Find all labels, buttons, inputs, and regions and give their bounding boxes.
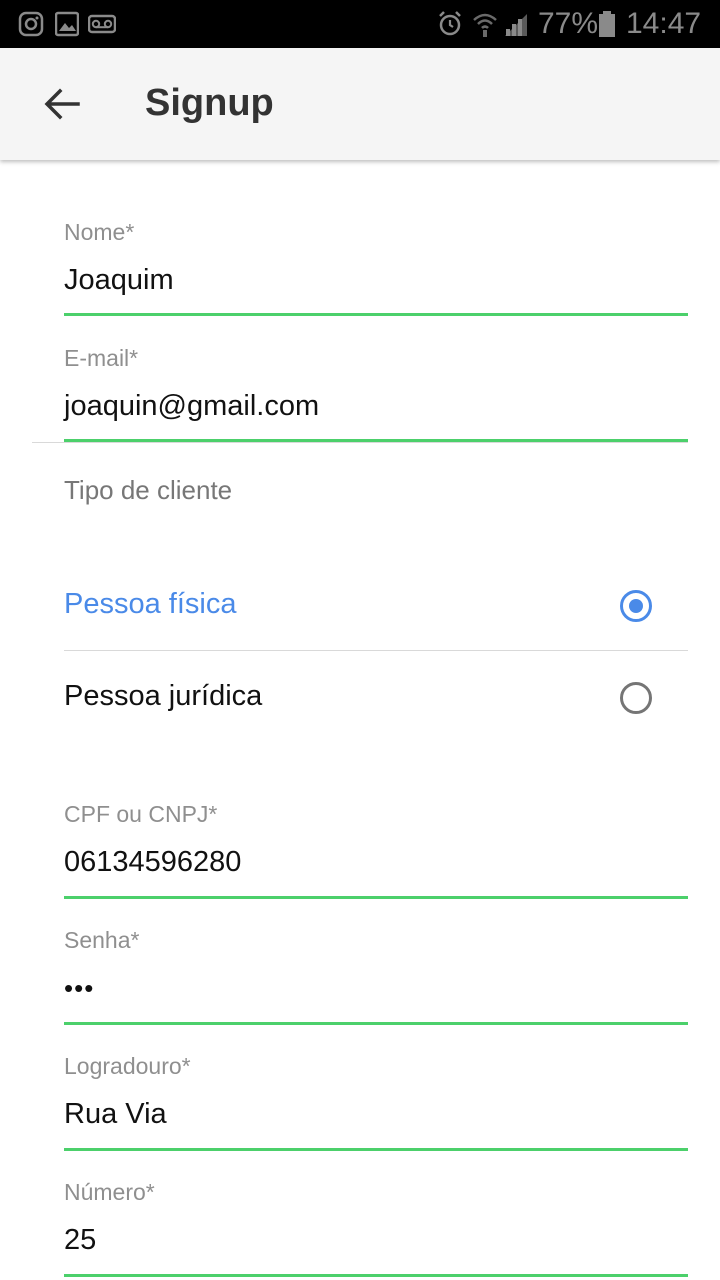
radio-pessoa-juridica-label: Pessoa jurídica [64,680,263,712]
instagram-icon [18,11,44,37]
alarm-icon [439,11,461,36]
cpf-cnpj-underline [64,896,688,899]
nome-field[interactable]: Nome* Joaquim [64,218,688,320]
voicemail-icon [88,14,116,34]
radio-pessoa-fisica-label: Pessoa física [64,588,237,620]
back-button[interactable] [30,72,94,136]
app-bar: Signup [0,48,720,160]
wifi-icon [473,13,497,37]
logradouro-underline [64,1148,688,1151]
radio-divider [64,650,688,651]
numero-input[interactable]: 25 [64,1222,96,1258]
nome-underline [64,313,688,316]
battery-icon [599,11,615,37]
senha-label: Senha* [64,927,140,953]
email-label: E-mail* [64,345,139,371]
numero-field[interactable]: Número* 25 [64,1178,688,1280]
signal-icon [505,14,527,36]
page-title: Signup [145,82,274,124]
logradouro-field[interactable]: Logradouro* Rua Via [64,1052,688,1154]
radio-pessoa-juridica[interactable]: Pessoa jurídica [64,652,688,742]
nome-label: Nome* [64,219,135,245]
radio-checked-icon[interactable] [620,590,652,622]
radio-unchecked-icon[interactable] [620,682,652,714]
nome-input[interactable]: Joaquim [64,262,174,298]
logradouro-label: Logradouro* [64,1053,191,1079]
numero-label: Número* [64,1179,155,1205]
battery-percent: 77% [538,7,599,40]
email-divider [32,442,688,443]
status-time: 14:47 [626,7,702,40]
email-field[interactable]: E-mail* joaquin@gmail.com [64,344,688,446]
cpf-cnpj-input[interactable]: 06134596280 [64,844,241,880]
arrow-back-icon [44,88,80,120]
senha-field[interactable]: Senha* ••• [64,926,688,1028]
cpf-cnpj-label: CPF ou CNPJ* [64,801,218,827]
status-bar: 77% 14:47 [0,0,720,48]
senha-input[interactable]: ••• [64,970,94,1006]
tipo-cliente-label: Tipo de cliente [64,475,233,505]
email-input[interactable]: joaquin@gmail.com [64,388,319,424]
radio-dot [629,599,643,613]
radio-pessoa-fisica[interactable]: Pessoa física [64,560,688,650]
gallery-icon [55,11,79,37]
numero-underline [64,1274,688,1277]
logradouro-input[interactable]: Rua Via [64,1096,167,1132]
senha-underline [64,1022,688,1025]
cpf-cnpj-field[interactable]: CPF ou CNPJ* 06134596280 [64,800,688,902]
